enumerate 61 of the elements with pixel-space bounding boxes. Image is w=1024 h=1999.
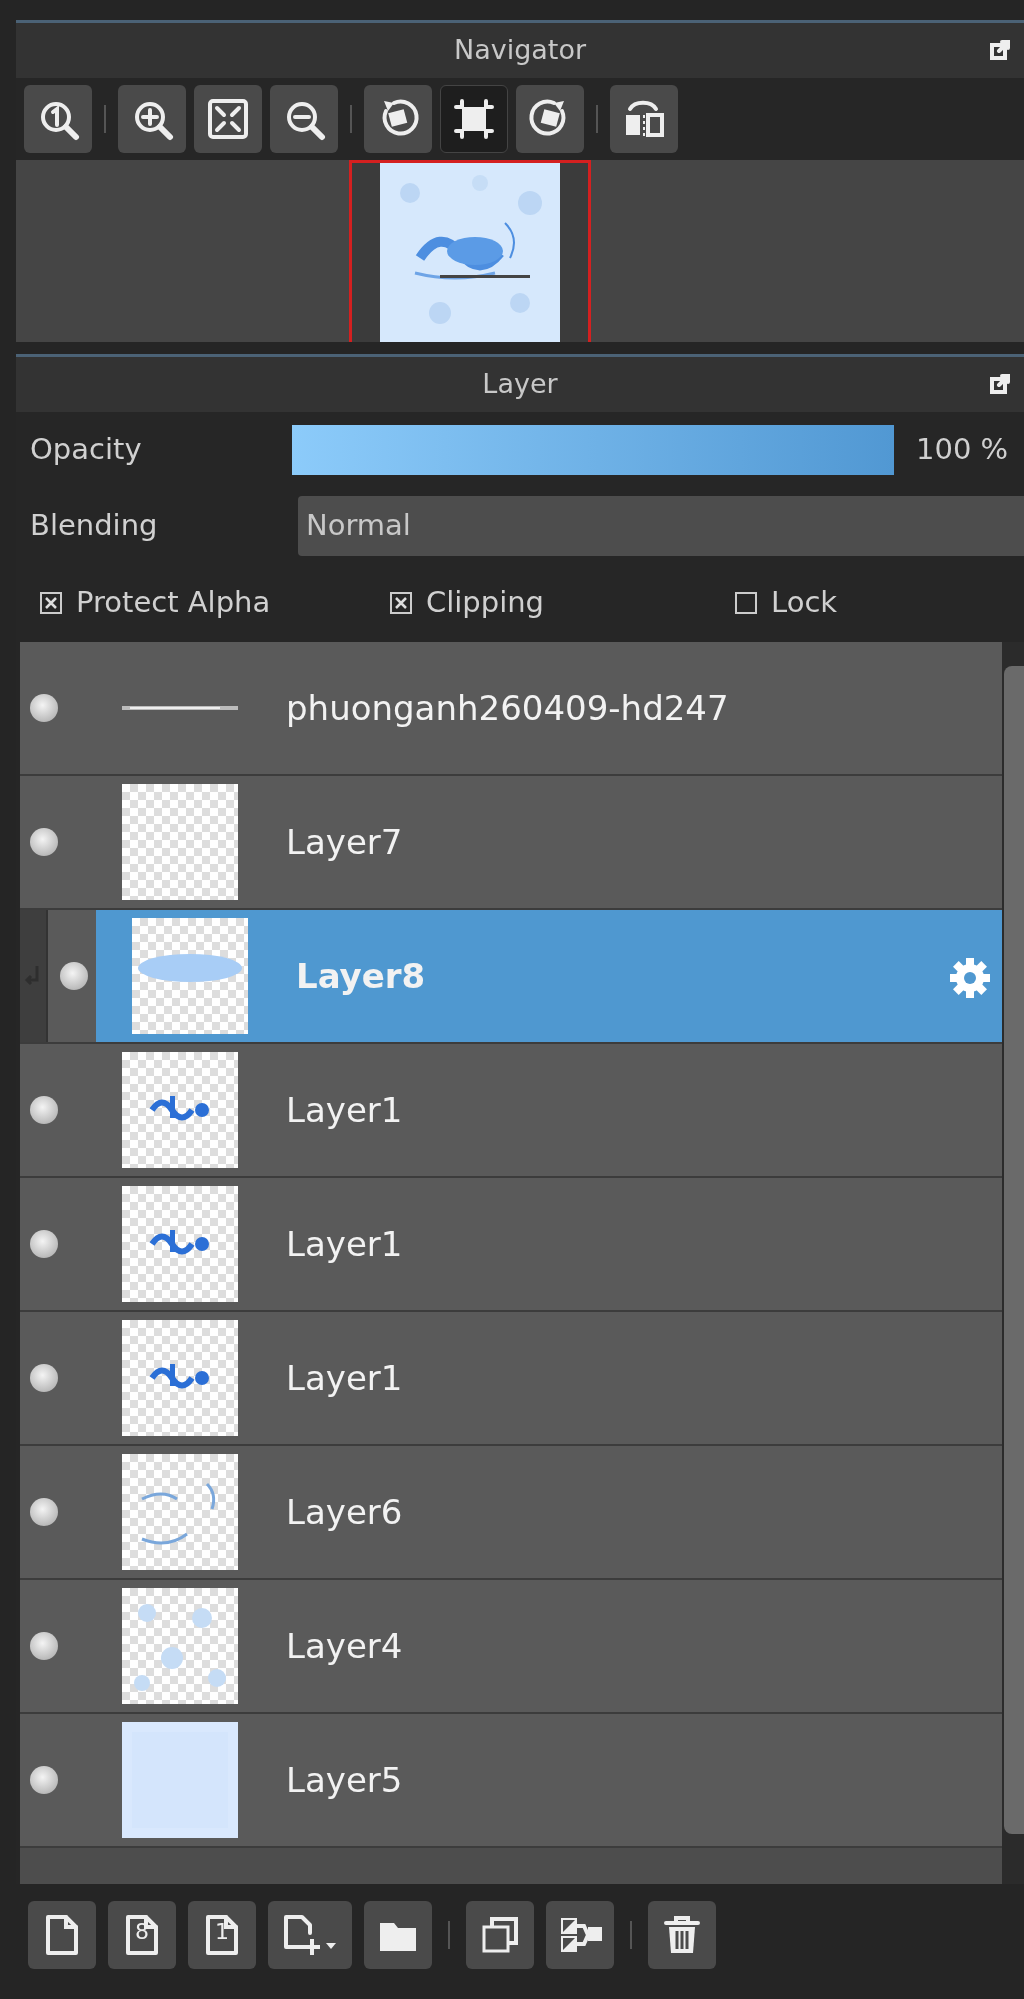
checkbox[interactable]: Lock xyxy=(735,581,935,625)
scrollbar[interactable] xyxy=(1002,642,1024,1884)
visibility-toggle[interactable] xyxy=(30,694,58,722)
visibility-toggle[interactable] xyxy=(30,1230,58,1258)
opacity-label: Opacity xyxy=(30,431,143,469)
layer-row[interactable]: Layer6 xyxy=(20,1446,1002,1580)
checkbox-label: Protect Alpha xyxy=(76,584,271,622)
layer-name: Layer4 xyxy=(286,1624,403,1668)
layer-name: phuonganh260409-hd247 xyxy=(286,686,729,730)
layer-name: Layer5 xyxy=(286,1758,403,1802)
toolbar-button[interactable] xyxy=(546,1901,614,1969)
reset-rotation-icon xyxy=(452,97,496,141)
layer-name: Layer1 xyxy=(286,1222,403,1266)
layer-row[interactable]: Layer7 xyxy=(20,776,1002,910)
layer-row[interactable]: Layer5 xyxy=(20,1714,1002,1848)
toolbar-button[interactable] xyxy=(270,85,338,153)
toolbar-button[interactable] xyxy=(364,1901,432,1969)
toolbar-button[interactable] xyxy=(28,1901,96,1969)
checkbox-label: Lock xyxy=(771,584,838,622)
checkbox[interactable]: Clipping xyxy=(390,581,735,625)
toolbar-button[interactable] xyxy=(268,1901,352,1969)
visibility-toggle[interactable] xyxy=(30,1766,58,1794)
layer-name: Layer1 xyxy=(286,1088,403,1132)
layer-name: Layer6 xyxy=(286,1490,403,1534)
checkbox[interactable]: Protect Alpha xyxy=(40,581,390,625)
opacity-slider[interactable] xyxy=(292,425,894,475)
layer-row[interactable]: Layer1 xyxy=(20,1312,1002,1446)
blending-label: Blending xyxy=(30,507,159,545)
toolbar-button[interactable]: 1 xyxy=(188,1901,256,1969)
blend-mode-dropdown[interactable]: Normal xyxy=(298,496,1024,556)
panel-title: Layer xyxy=(482,367,558,402)
visibility-toggle[interactable] xyxy=(60,962,88,990)
popout-icon[interactable] xyxy=(990,373,1010,394)
toolbar-button[interactable] xyxy=(610,85,678,153)
layer-row[interactable]: phuonganh260409-hd247 xyxy=(20,642,1002,776)
toolbar-button[interactable] xyxy=(118,85,186,153)
toolbar-button[interactable] xyxy=(194,85,262,153)
layer-name: Layer7 xyxy=(286,820,403,864)
layer-name: Layer8 xyxy=(296,954,426,998)
visibility-toggle[interactable] xyxy=(30,1096,58,1124)
toolbar-button[interactable] xyxy=(648,1901,716,1969)
toolbar-button[interactable] xyxy=(440,85,508,153)
layer-row[interactable]: Layer1 xyxy=(20,1178,1002,1312)
toolbar-button[interactable] xyxy=(516,85,584,153)
layer-row[interactable]: Layer4 xyxy=(20,1580,1002,1714)
fit-to-screen-icon xyxy=(206,97,250,141)
visibility-toggle[interactable] xyxy=(30,1632,58,1660)
layer-row[interactable]: Layer1 xyxy=(20,1044,1002,1178)
layer-name: Layer1 xyxy=(286,1356,403,1400)
toolbar-button[interactable] xyxy=(466,1901,534,1969)
visibility-toggle[interactable] xyxy=(30,1498,58,1526)
opacity-value: 100 % xyxy=(916,431,1009,469)
visibility-toggle[interactable] xyxy=(30,828,58,856)
toolbar-button[interactable] xyxy=(364,85,432,153)
icon-label: 1 xyxy=(214,1921,230,1943)
gear-icon[interactable] xyxy=(948,956,992,1000)
panel-title: Navigator xyxy=(453,33,587,68)
popout-icon[interactable] xyxy=(990,39,1010,60)
checkbox-label: Clipping xyxy=(426,584,545,622)
toolbar-button[interactable] xyxy=(24,85,92,153)
visibility-toggle[interactable] xyxy=(30,1364,58,1392)
